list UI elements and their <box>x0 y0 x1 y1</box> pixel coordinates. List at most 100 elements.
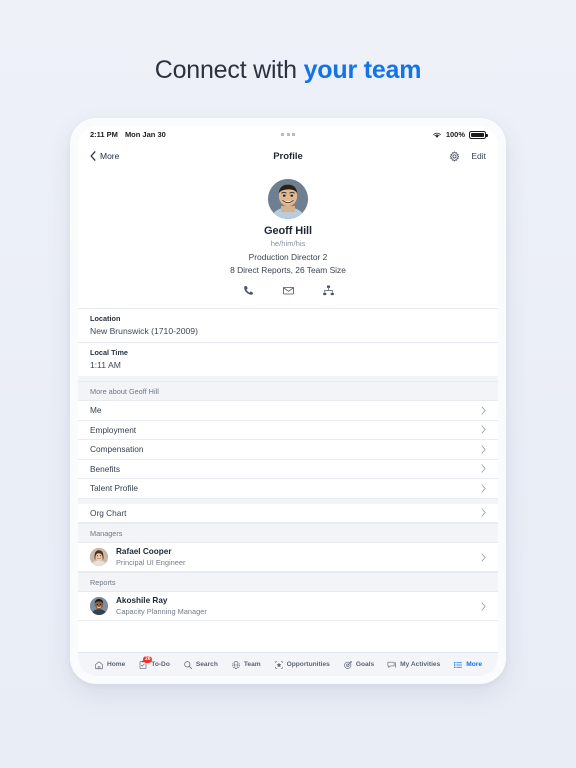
profile-actions <box>78 284 498 297</box>
list-item-label: Compensation <box>90 444 144 455</box>
edit-button[interactable]: Edit <box>471 151 486 161</box>
tablet-device-frame: 2:11 PM Mon Jan 30 100% More Profile Edi… <box>70 118 506 684</box>
tab-label: More <box>466 661 483 668</box>
search-icon <box>184 660 192 669</box>
tab-label: Opportunities <box>286 661 330 668</box>
tab-home[interactable]: Home <box>94 660 125 670</box>
dot <box>281 133 284 136</box>
profile-header: Geoff Hill he/him/his Production Directo… <box>78 169 498 308</box>
profile-pronouns: he/him/his <box>270 239 306 248</box>
tab-label: My Activities <box>400 661 441 668</box>
list-item-report[interactable]: Akoshile Ray Capacity Planning Manager <box>78 592 498 621</box>
tab-todo[interactable]: 26 To-Do <box>138 655 170 670</box>
section-header-more-about: More about Geoff Hill <box>78 381 498 401</box>
chevron-right-icon <box>481 508 486 517</box>
opportunities-star-icon <box>274 660 283 669</box>
tab-bar: Home 26 To-Do Search Team Opportunities … <box>78 652 498 676</box>
activities-chat-icon <box>387 661 397 668</box>
device-screen: 2:11 PM Mon Jan 30 100% More Profile Edi… <box>78 126 498 676</box>
chevron-right-icon <box>481 406 486 415</box>
person-role: Capacity Planning Manager <box>116 607 207 616</box>
list-item-talent-profile[interactable]: Talent Profile <box>78 479 498 499</box>
profile-job-title: Production Director 2 <box>248 252 328 262</box>
info-row-location: Location New Brunswick (1710-2009) <box>78 308 498 342</box>
back-button-label: More <box>100 151 120 161</box>
goals-target-icon <box>344 660 352 669</box>
tab-label: Home <box>106 661 126 668</box>
battery-full-icon <box>469 130 488 139</box>
tab-label: Goals <box>355 661 375 668</box>
person-info: Rafael Cooper Principal UI Engineer <box>116 547 185 567</box>
dot <box>286 133 290 136</box>
tab-more[interactable]: More <box>453 660 482 670</box>
multitasking-dots-icon[interactable] <box>281 133 295 136</box>
tab-team[interactable]: Team <box>231 660 261 670</box>
section-header-reports: Reports <box>78 572 498 592</box>
list-item-org-chart[interactable]: Org Chart <box>78 503 498 523</box>
chevron-right-icon <box>481 601 486 611</box>
page-title: Connect with your team <box>0 56 576 85</box>
chevron-right-icon <box>481 484 486 493</box>
avatar-illustration <box>268 179 308 219</box>
todo-badge: 26 <box>143 655 153 663</box>
list-item-compensation[interactable]: Compensation <box>78 440 498 460</box>
nav-actions: Edit <box>449 150 486 162</box>
chevron-right-icon <box>481 552 486 562</box>
status-bar-left: 2:11 PM Mon Jan 30 <box>90 130 166 139</box>
info-row-local-time: Local Time 1:11 AM <box>78 342 498 376</box>
tab-goals[interactable]: Goals <box>343 660 374 670</box>
page-root: Connect with your team 2:11 PM Mon Jan 3… <box>0 0 576 768</box>
home-icon <box>95 660 103 669</box>
chevron-right-icon <box>481 464 486 473</box>
profile-content: Geoff Hill he/him/his Production Directo… <box>78 169 498 652</box>
dot <box>292 133 295 136</box>
tab-label: Search <box>195 661 218 668</box>
person-role: Principal UI Engineer <box>116 558 186 567</box>
profile-team-summary: 8 Direct Reports, 26 Team Size <box>230 265 346 275</box>
profile-name: Geoff Hill <box>264 225 312 237</box>
back-button[interactable]: More <box>90 151 119 161</box>
tab-label: To-Do <box>151 661 170 668</box>
status-bar-right: 100% <box>432 130 488 139</box>
list-item-employment[interactable]: Employment <box>78 420 498 440</box>
navigation-bar: More Profile Edit <box>78 143 498 169</box>
headline-lead: Connect with <box>154 56 304 84</box>
org-chart-icon[interactable] <box>322 284 335 297</box>
avatar-illustration <box>90 548 108 566</box>
tab-label: Team <box>243 661 261 668</box>
info-value: 1:11 AM <box>90 360 121 370</box>
tab-opportunities[interactable]: Opportunities <box>274 660 330 670</box>
avatar <box>90 597 108 615</box>
list-item-label: Me <box>90 405 102 416</box>
status-time: 2:11 PM <box>90 130 118 139</box>
info-value: New Brunswick (1710-2009) <box>90 326 198 336</box>
list-item-me[interactable]: Me <box>78 401 498 421</box>
chevron-right-icon <box>481 425 486 434</box>
battery-fill <box>471 132 484 137</box>
person-name: Rafael Cooper <box>116 547 172 556</box>
gear-icon[interactable] <box>449 150 460 162</box>
section-header-managers: Managers <box>78 523 498 543</box>
list-item-label: Org Chart <box>90 507 127 518</box>
chevron-right-icon <box>481 445 486 454</box>
list-item-manager[interactable]: Rafael Cooper Principal UI Engineer <box>78 543 498 572</box>
nav-title: Profile <box>273 150 303 162</box>
more-list-icon <box>454 661 463 668</box>
headline-accent: your team <box>303 56 422 84</box>
battery-percent-label: 100% <box>445 130 465 139</box>
list-item-label: Benefits <box>90 463 120 474</box>
list-item-benefits[interactable]: Benefits <box>78 459 498 479</box>
tab-my-activities[interactable]: My Activities <box>387 660 440 670</box>
list-item-label: Talent Profile <box>90 483 138 494</box>
profile-info-block: Location New Brunswick (1710-2009) Local… <box>78 308 498 376</box>
info-label: Location <box>90 314 121 323</box>
status-bar: 2:11 PM Mon Jan 30 100% <box>78 126 498 143</box>
wifi-icon <box>433 132 441 138</box>
person-name: Akoshile Ray <box>116 596 168 605</box>
envelope-icon[interactable] <box>282 284 295 297</box>
info-label: Local Time <box>90 348 128 357</box>
tab-search[interactable]: Search <box>183 660 218 670</box>
phone-icon[interactable] <box>242 284 255 297</box>
chevron-left-icon <box>90 151 96 161</box>
list-item-label: Employment <box>90 424 137 435</box>
